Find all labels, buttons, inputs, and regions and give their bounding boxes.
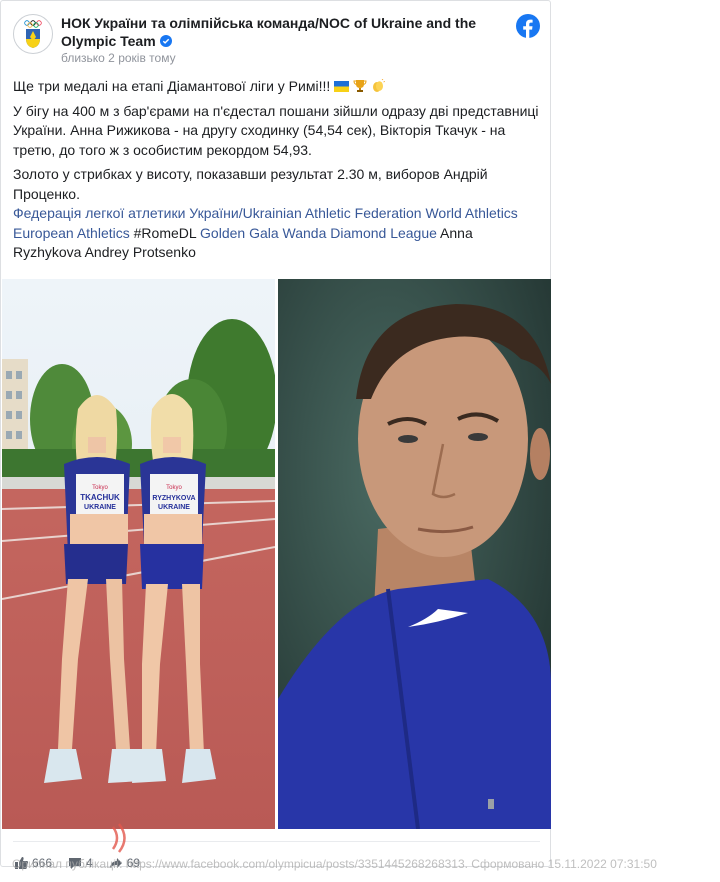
author-text[interactable]: НОК України та олімпійська команда/NOC o… (61, 15, 476, 49)
paragraph-medals: Ще три медалі на етапі Діамантової ліги … (13, 78, 331, 94)
bib-name-tkachuk: TKACHUK (80, 493, 120, 502)
paragraph-hurdles: У бігу на 400 м з бар'єрами на п'єдестал… (13, 102, 539, 158)
footer-divider (13, 841, 540, 842)
post-timestamp[interactable]: близько 2 років тому (61, 51, 176, 65)
hashtag-romedl[interactable]: #RomeDL (134, 225, 197, 241)
bib-country-right: UKRAINE (158, 504, 190, 511)
photo-athletes-track[interactable]: Tokyo TKACHUK UKRAINE Tokyo RYZHYKOVA UK… (2, 279, 275, 829)
verified-badge-icon (159, 35, 172, 47)
link-ukrainian-athletic-federation[interactable]: Федерація легкої атлетики України/Ukrain… (13, 205, 422, 221)
paragraph-high-jump: Золото у стрибках у висоту, показавши ре… (13, 166, 488, 202)
ukraine-flag-icon (334, 77, 350, 97)
facebook-post-card: НОК України та олімпійська команда/NOC o… (0, 0, 551, 867)
bib-brand-right: Tokyo (166, 485, 182, 491)
link-european-athletics[interactable]: European Athletics (13, 225, 130, 241)
olympic-committee-avatar[interactable] (13, 14, 53, 54)
link-golden-gala[interactable]: Golden Gala Wanda Diamond League (200, 225, 437, 241)
bib-country-left: UKRAINE (84, 504, 116, 511)
watermark-signal-icon (111, 823, 126, 853)
post-text: Ще три медалі на етапі Діамантової ліги … (13, 77, 540, 263)
post-header: НОК України та олімпійська команда/NOC o… (13, 13, 540, 67)
facebook-logo-icon[interactable] (516, 14, 540, 38)
page-author-name[interactable]: НОК України та олімпійська команда/NOC o… (61, 14, 481, 50)
trophy-icon (353, 77, 367, 97)
tags-line: Федерація легкої атлетики України/Ukrain… (13, 204, 540, 263)
clapping-hands-icon (371, 77, 386, 97)
bib-name-ryzhykova: RYZHYKOVA (152, 495, 195, 502)
bib-brand-left: Tokyo (92, 485, 108, 491)
photo-athlete-portrait[interactable] (278, 279, 551, 829)
link-world-athletics[interactable]: World Athletics (425, 205, 517, 221)
post-photos: Tokyo TKACHUK UKRAINE Tokyo RYZHYKOVA UK… (2, 279, 551, 829)
source-caption: Оригінал публікації: https://www.faceboo… (12, 857, 657, 871)
